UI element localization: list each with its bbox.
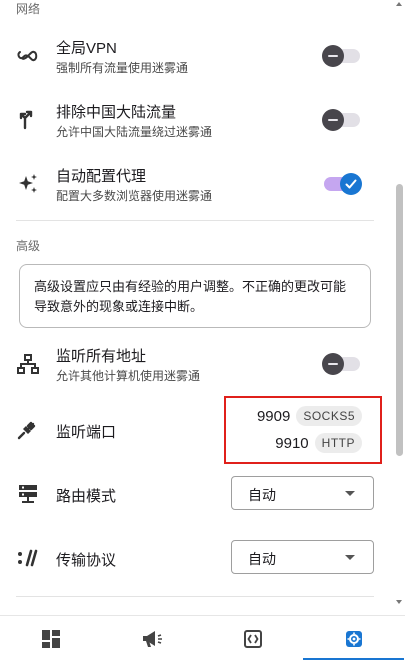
nav-dashboard[interactable] [0, 616, 101, 660]
listen-all-subtitle: 允许其他计算机使用迷雾通 [56, 369, 201, 383]
global-vpn-subtitle: 强制所有流量使用迷雾通 [56, 61, 189, 75]
logs-icon [243, 629, 262, 648]
listen-port-title: 监听端口 [56, 424, 117, 441]
socks5-port-value: 9909 [256, 407, 291, 425]
exclude-china-title: 排除中国大陆流量 [56, 104, 177, 121]
listen-all-row[interactable]: 监听所有地址 允许其他计算机使用迷雾通 [0, 344, 390, 384]
section-label-advanced: 高级 [16, 239, 41, 253]
auto-proxy-subtitle: 配置大多数浏览器使用迷雾通 [56, 189, 213, 203]
transport-title: 传输协议 [56, 552, 117, 569]
scroll-down-arrow-icon[interactable] [396, 600, 402, 604]
network-icon [16, 352, 40, 376]
fork-arrow-icon [16, 108, 40, 132]
exclude-china-row[interactable]: 排除中国大陆流量 允许中国大陆流量绕过迷雾通 [0, 100, 390, 140]
sparkle-icon [16, 172, 40, 196]
infinity-icon [16, 44, 40, 68]
routing-mode-select[interactable]: 自动 [231, 476, 374, 510]
router-icon [16, 482, 40, 506]
transport-select[interactable]: 自动 [231, 540, 374, 574]
http-protocol-chip: HTTP [314, 433, 362, 453]
listen-all-toggle[interactable] [322, 353, 360, 375]
listen-all-title: 监听所有地址 [56, 348, 147, 365]
auto-proxy-row[interactable]: 自动配置代理 配置大多数浏览器使用迷雾通 [0, 164, 390, 204]
nav-logs[interactable] [202, 616, 303, 660]
section-divider [16, 220, 374, 221]
transport-value: 自动 [248, 551, 276, 567]
scrollbar-thumb[interactable] [396, 184, 403, 456]
dashboard-icon [41, 629, 60, 648]
port-item-socks5: 9909 SOCKS5 [257, 406, 362, 426]
port-item-http: 9910 HTTP [275, 433, 362, 453]
scroll-up-arrow-icon[interactable] [396, 2, 402, 6]
announcement-icon [142, 630, 162, 647]
nav-announcements[interactable] [101, 616, 202, 660]
routing-mode-value: 自动 [248, 487, 276, 503]
auto-proxy-toggle[interactable] [324, 173, 362, 195]
routing-mode-title: 路由模式 [56, 488, 117, 505]
scrollbar[interactable] [394, 0, 405, 615]
exclude-china-toggle[interactable] [322, 109, 360, 131]
nav-settings[interactable] [303, 616, 404, 660]
auto-proxy-title: 自动配置代理 [56, 168, 147, 185]
advanced-warning-note: 高级设置应只由有经验的用户调整。不正确的更改可能导致意外的现象或连接中断。 [19, 264, 371, 328]
plug-icon [16, 417, 40, 441]
socks5-protocol-chip: SOCKS5 [296, 406, 362, 426]
exclude-china-subtitle: 允许中国大陆流量绕过迷雾通 [56, 125, 213, 139]
check-icon [345, 179, 357, 189]
global-vpn-row[interactable]: 全局VPN 强制所有流量使用迷雾通 [0, 36, 390, 76]
bottom-divider [16, 596, 374, 597]
chevron-down-icon [345, 555, 355, 560]
transport-slashes-icon [16, 546, 40, 570]
bottom-navigation [0, 615, 405, 660]
port-list-highlight: 9909 SOCKS5 9910 HTTP [224, 396, 382, 464]
global-vpn-title: 全局VPN [56, 40, 117, 57]
chevron-down-icon [345, 491, 355, 496]
http-port-value: 9910 [275, 434, 309, 452]
settings-icon [345, 630, 362, 647]
global-vpn-toggle[interactable] [322, 45, 360, 67]
section-label-network: 网络 [16, 2, 41, 16]
